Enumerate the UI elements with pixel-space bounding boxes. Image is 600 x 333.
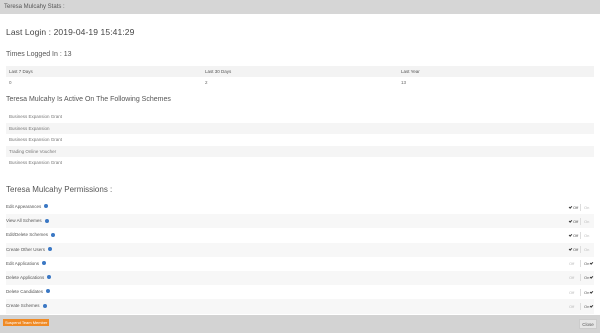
check-icon (590, 289, 594, 294)
toggle-off-option[interactable]: Off (568, 288, 581, 296)
toggle-on-option[interactable]: On (581, 289, 594, 296)
permission-label: View All Schemes (6, 218, 42, 224)
check-icon (590, 275, 594, 280)
toggle-off-option[interactable]: Off (568, 203, 581, 211)
permission-row: Edit Appearances Off On (6, 200, 594, 214)
info-icon[interactable] (51, 232, 56, 237)
modal-titlebar: Teresa Mulcahy Stats : (0, 0, 600, 14)
permission-row: Delete Applications Off On (6, 270, 594, 286)
info-icon[interactable] (42, 303, 47, 308)
stats-value-row: 0 2 13 (6, 77, 594, 89)
toggle-on-option[interactable]: On (581, 260, 594, 267)
check-icon (568, 204, 573, 209)
list-item: Business Expansion Grant (9, 114, 63, 119)
permissions-list: Edit Appearances Off On View All Schemes… (6, 200, 594, 314)
permission-toggle[interactable]: Off On (568, 302, 594, 310)
modal-title: Teresa Mulcahy Stats : (4, 4, 65, 10)
permission-row: View All Schemes Off On (6, 214, 594, 229)
info-icon[interactable] (44, 204, 49, 209)
check-icon (568, 218, 573, 223)
permission-toggle[interactable]: Off On (568, 288, 594, 296)
close-button[interactable]: Close (579, 319, 597, 329)
list-item: Business Expansion Grant (9, 160, 63, 165)
list-item: Business Expansion Grant (9, 137, 63, 142)
toggle-off-option[interactable]: Off (568, 217, 581, 225)
toggle-on-option[interactable]: On (581, 204, 594, 211)
check-icon (568, 247, 573, 251)
schemes-list: Business Expansion Grant Business Expans… (6, 111, 594, 169)
permission-label: Edit/Delete Schemes (6, 232, 49, 238)
active-schemes-heading: Teresa Mulcahy Is Active On The Followin… (6, 96, 171, 103)
login-stats-table: Last 7 Days Last 30 Days Last Year 0 2 1… (6, 66, 594, 89)
info-icon[interactable] (48, 246, 53, 251)
permission-row: Edit Applications Off On (6, 257, 594, 271)
permission-toggle[interactable]: Off On (568, 274, 594, 282)
permission-row: Create Other Users Off On (6, 242, 594, 257)
toggle-off-option[interactable]: Off (568, 274, 581, 282)
toggle-on-option[interactable]: On (581, 218, 594, 225)
times-logged-heading: Times Logged In : 13 (6, 51, 72, 58)
toggle-off-option[interactable]: Off (568, 231, 581, 239)
permission-label: Create Other Users (6, 246, 46, 252)
stats-value-year: 13 (401, 80, 407, 85)
stats-value-30-days: 2 (205, 80, 208, 85)
info-icon[interactable] (46, 289, 51, 294)
permission-label: Delete Candidates (6, 289, 44, 295)
last-login-text: Last Login : 2019-04-19 15:41:29 (6, 27, 135, 37)
stats-header-30-days: Last 30 Days (205, 69, 232, 74)
info-icon[interactable] (44, 218, 49, 223)
suspend-team-member-button[interactable]: Suspend Team Member (3, 319, 50, 326)
stats-header-row: Last 7 Days Last 30 Days Last Year (6, 66, 594, 77)
permissions-heading: Teresa Mulcahy Permissions : (6, 185, 113, 194)
stats-header-7-days: Last 7 Days (9, 69, 33, 74)
permission-label: Delete Applications (6, 274, 45, 280)
permission-label: Edit Applications (6, 260, 40, 266)
toggle-off-option[interactable]: Off (568, 302, 581, 310)
toggle-on-option[interactable]: On (581, 246, 594, 253)
stats-header-year: Last Year (401, 69, 420, 74)
check-icon (568, 233, 573, 237)
permission-label: Create Schemes (6, 303, 40, 309)
toggle-on-option[interactable]: On (581, 232, 594, 239)
permission-toggle[interactable]: Off On (568, 246, 594, 254)
list-item: Business Expansion (6, 122, 594, 134)
toggle-on-option[interactable]: On (581, 303, 594, 310)
permission-row: Edit/Delete Schemes Off On (6, 228, 594, 242)
permission-toggle[interactable]: Off On (568, 203, 594, 211)
permission-row: Create Schemes Off On (6, 299, 594, 314)
toggle-on-option[interactable]: On (581, 274, 594, 281)
toggle-off-option[interactable]: Off (568, 260, 581, 268)
permission-toggle[interactable]: Off On (568, 217, 594, 225)
modal-footer: Suspend Team Member Close (0, 315, 600, 333)
info-icon[interactable] (42, 261, 47, 266)
check-icon (590, 304, 594, 308)
permission-row: Delete Candidates Off On (6, 285, 594, 299)
info-icon[interactable] (47, 275, 52, 280)
permission-toggle[interactable]: Off On (568, 231, 594, 239)
check-icon (590, 261, 594, 266)
stats-value-7-days: 0 (9, 80, 12, 85)
permission-label: Edit Appearances (6, 204, 42, 209)
toggle-off-option[interactable]: Off (568, 246, 581, 254)
permission-toggle[interactable]: Off On (568, 260, 594, 268)
list-item: Trading Online Voucher (6, 145, 594, 157)
